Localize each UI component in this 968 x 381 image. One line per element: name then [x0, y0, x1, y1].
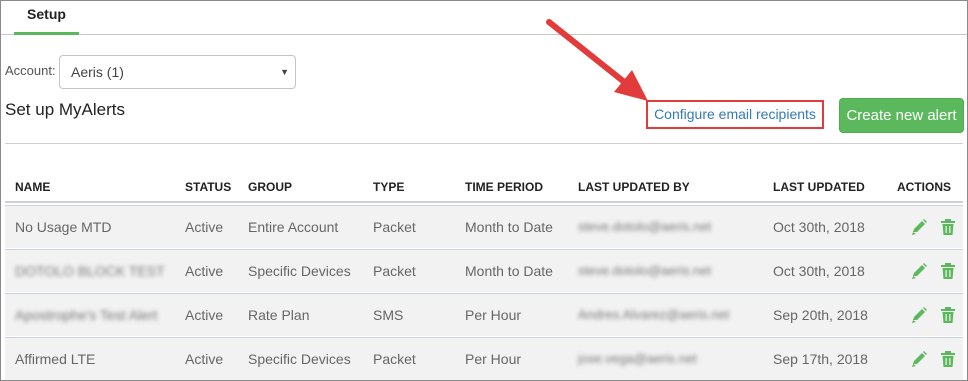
row-group: Specific Devices: [248, 263, 351, 279]
row-name[interactable]: Apostrophe's Test Alert: [15, 307, 158, 323]
row-type: Packet: [373, 351, 416, 367]
row-updated-by: Andres.Alvarez@aeris.net: [578, 307, 730, 322]
column-header-last-updated[interactable]: LAST UPDATED: [773, 180, 865, 194]
trash-icon[interactable]: [940, 262, 956, 280]
row-status: Active: [185, 351, 224, 367]
row-updated: Sep 20th, 2018: [773, 307, 868, 323]
row-type: Packet: [373, 219, 416, 235]
row-updated-by: jose.vega@aeris.net: [578, 351, 697, 366]
pencil-icon[interactable]: [911, 350, 927, 368]
row-group: Entire Account: [248, 219, 339, 235]
column-header-group[interactable]: GROUP: [248, 180, 292, 194]
table-row: Apostrophe's Test Alert Active Rate Plan…: [5, 293, 963, 336]
row-type: SMS: [373, 307, 404, 323]
row-updated: Oct 30th, 2018: [773, 219, 865, 235]
row-name[interactable]: Affirmed LTE: [15, 351, 95, 367]
row-time-period: Month to Date: [465, 263, 553, 279]
row-group: Rate Plan: [248, 307, 310, 323]
column-header-status[interactable]: STATUS: [185, 180, 231, 194]
table-row: No Usage MTD Active Entire Account Packe…: [5, 205, 963, 248]
pencil-icon[interactable]: [911, 262, 927, 280]
table-row: DOTOLO BLOCK TEST Active Specific Device…: [5, 249, 963, 292]
trash-icon[interactable]: [940, 306, 956, 324]
row-time-period: Month to Date: [465, 219, 553, 235]
row-name[interactable]: DOTOLO BLOCK TEST: [15, 263, 165, 279]
column-header-actions: ACTIONS: [897, 180, 951, 194]
trash-icon[interactable]: [940, 218, 956, 236]
configure-email-recipients-link[interactable]: Configure email recipients: [646, 100, 824, 129]
row-updated-by: steve.dotolo@aeris.net: [578, 263, 712, 278]
account-select-value: Aeris (1): [71, 64, 124, 80]
account-select[interactable]: Aeris (1) ▼: [59, 55, 296, 89]
row-updated: Sep 17th, 2018: [773, 351, 868, 367]
table-row: Affirmed LTE Active Specific Devices Pac…: [5, 337, 963, 380]
row-status: Active: [185, 263, 224, 279]
row-status: Active: [185, 219, 224, 235]
account-label: Account:: [5, 63, 56, 78]
pencil-icon[interactable]: [911, 218, 927, 236]
column-header-name[interactable]: NAME: [15, 180, 50, 194]
row-status: Active: [185, 307, 224, 323]
column-header-last-updated-by[interactable]: LAST UPDATED BY: [578, 180, 690, 194]
row-updated: Oct 30th, 2018: [773, 263, 865, 279]
column-header-type[interactable]: TYPE: [373, 180, 404, 194]
row-type: Packet: [373, 263, 416, 279]
tab-setup[interactable]: Setup: [14, 1, 79, 35]
row-name[interactable]: No Usage MTD: [15, 219, 111, 235]
row-group: Specific Devices: [248, 351, 351, 367]
trash-icon[interactable]: [940, 350, 956, 368]
page-title: Set up MyAlerts: [5, 100, 125, 119]
create-new-alert-button[interactable]: Create new alert: [839, 98, 964, 133]
row-time-period: Per Hour: [465, 351, 522, 367]
divider: [5, 143, 963, 144]
row-updated-by: steve.dotolo@aeris.net: [578, 219, 712, 234]
table-header: NAME STATUS GROUP TYPE TIME PERIOD LAST …: [5, 172, 963, 203]
row-time-period: Per Hour: [465, 307, 522, 323]
column-header-time-period[interactable]: TIME PERIOD: [465, 180, 543, 194]
pencil-icon[interactable]: [911, 306, 927, 324]
tab-bar: Setup: [1, 1, 967, 35]
caret-down-icon: ▼: [280, 67, 289, 77]
